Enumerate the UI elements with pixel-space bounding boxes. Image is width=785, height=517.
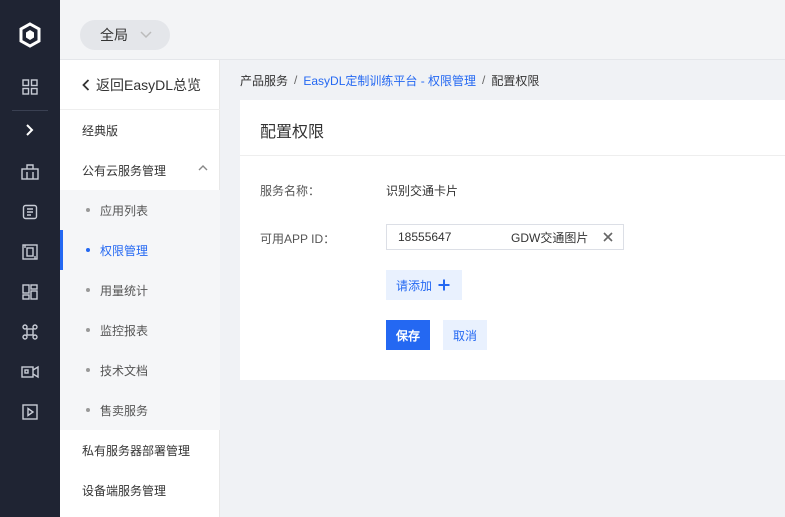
chevron-up-icon (198, 164, 208, 171)
document-list-icon[interactable] (0, 192, 60, 232)
bullet-icon (86, 208, 90, 212)
sidebar-item-label: 私有服务器部署管理 (82, 443, 191, 458)
add-label: 请添加 (396, 278, 433, 293)
chevron-right-icon[interactable] (0, 110, 60, 150)
app-id-chip: 18555647 GDW交通图片 (386, 224, 624, 250)
camera-icon[interactable] (0, 352, 60, 392)
command-icon[interactable] (0, 312, 60, 352)
bullet-icon (86, 288, 90, 292)
bullet-icon (86, 368, 90, 372)
service-name-label: 服务名称： (260, 184, 321, 198)
sidebar-item-label: 设备端服务管理 (82, 483, 167, 498)
grid-icon[interactable] (0, 67, 60, 107)
save-button[interactable]: 保存 (386, 320, 430, 350)
icon-rail (0, 0, 60, 517)
building-icon[interactable] (0, 152, 60, 192)
play-icon[interactable] (0, 392, 60, 432)
sidebar-item-app-list[interactable]: 应用列表 (60, 190, 220, 230)
bullet-icon (86, 248, 90, 252)
sidebar-item-label: 监控报表 (100, 323, 149, 338)
sidebar-item-permissions[interactable]: 权限管理 (60, 230, 220, 270)
scope-selector[interactable]: 全局 (80, 20, 170, 50)
service-name-value: 识别交通卡片 (386, 184, 459, 198)
secondary-sidebar: 返回EasyDL总览 经典版 公有云服务管理 应用列表 权限管理 用量统计 监控… (60, 60, 220, 517)
app-id-label: 可用APP ID： (260, 232, 336, 246)
sidebar-item-docs[interactable]: 技术文档 (60, 350, 220, 390)
scope-label: 全局 (100, 27, 128, 43)
chevron-down-icon (140, 31, 152, 39)
breadcrumb-current: 配置权限 (491, 73, 540, 88)
sidebar-group-label: 公有云服务管理 (82, 163, 167, 178)
sidebar-group-public-cloud[interactable]: 公有云服务管理 (60, 150, 220, 190)
bullet-icon (86, 328, 90, 332)
sidebar-item-label: 用量统计 (100, 283, 149, 298)
sidebar-item-label: 技术文档 (100, 363, 149, 378)
back-label: 返回EasyDL总览 (96, 76, 202, 93)
close-icon[interactable] (601, 230, 615, 244)
plus-icon (438, 279, 450, 291)
add-app-button[interactable]: 请添加 (386, 270, 462, 300)
active-indicator (60, 230, 63, 270)
sidebar-item-label: 经典版 (82, 123, 119, 138)
breadcrumb-parent-link[interactable]: EasyDL定制训练平台 - 权限管理 (303, 72, 476, 89)
card-divider (240, 155, 785, 156)
sidebar-item-sales[interactable]: 售卖服务 (60, 390, 220, 430)
breadcrumb-separator: / (482, 73, 486, 87)
chevron-left-icon (82, 78, 90, 91)
frame-icon[interactable] (0, 232, 60, 272)
breadcrumb-root[interactable]: 产品服务 (240, 72, 288, 89)
sidebar-item-monitoring[interactable]: 监控报表 (60, 310, 220, 350)
app-name-value: GDW交通图片 (511, 230, 589, 245)
page-title: 配置权限 (260, 124, 325, 141)
breadcrumb: 产品服务 / EasyDL定制训练平台 - 权限管理 / 配置权限 (240, 70, 539, 90)
sidebar-item-label: 应用列表 (100, 203, 149, 218)
sidebar-item-usage[interactable]: 用量统计 (60, 270, 220, 310)
dashboard-icon[interactable] (0, 272, 60, 312)
sidebar-item-classic[interactable]: 经典版 (60, 110, 220, 150)
sidebar-item-label: 权限管理 (100, 243, 149, 258)
top-bar: 全局 (60, 0, 785, 60)
bullet-icon (86, 408, 90, 412)
sidebar-item-private-server[interactable]: 私有服务器部署管理 (60, 430, 220, 470)
config-permission-card: 配置权限 服务名称： 识别交通卡片 可用APP ID： 18555647 GDW… (240, 100, 785, 380)
cube-logo-icon[interactable] (0, 10, 60, 60)
back-to-overview-link[interactable]: 返回EasyDL总览 (60, 60, 220, 110)
app-id-value: 18555647 (398, 230, 452, 244)
sidebar-item-device[interactable]: 设备端服务管理 (60, 470, 220, 510)
cancel-button[interactable]: 取消 (443, 320, 487, 350)
sidebar-item-label: 售卖服务 (100, 403, 149, 418)
breadcrumb-separator: / (294, 73, 298, 87)
